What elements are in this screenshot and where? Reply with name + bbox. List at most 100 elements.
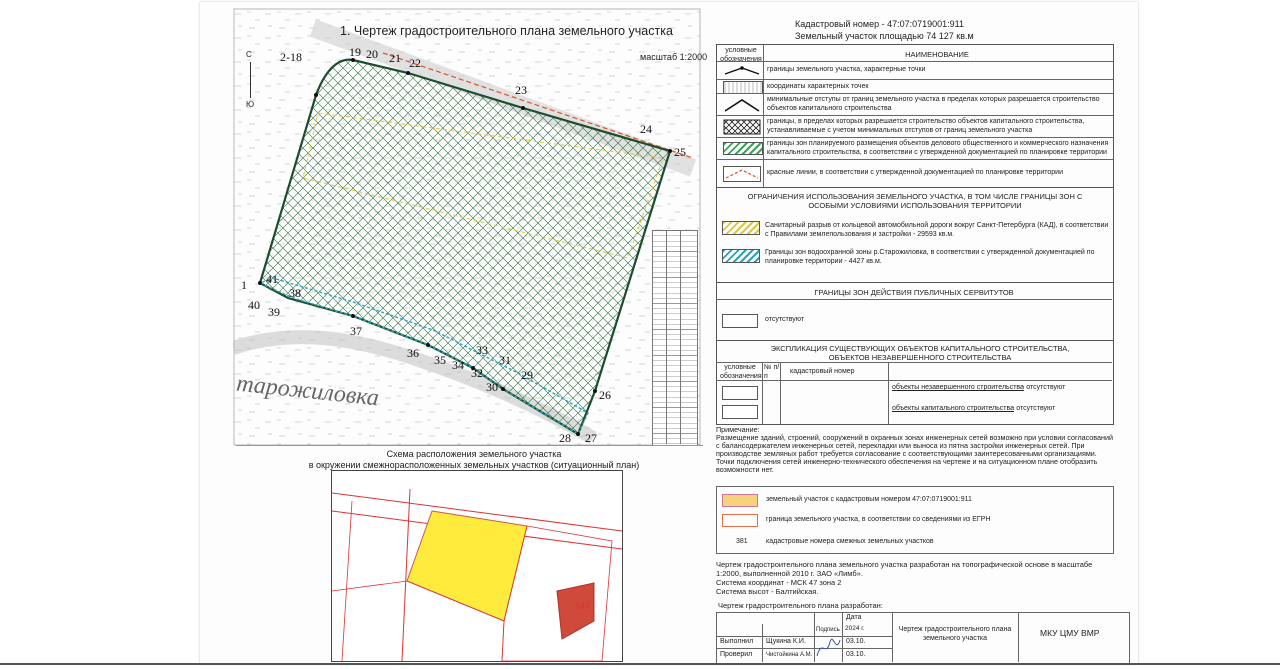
legend-row: минимальные отступы от границ земельного…: [717, 93, 1113, 116]
servitude-icon: [722, 314, 758, 328]
point-label: 25: [674, 145, 686, 159]
legend-row: координаты характерных точек: [717, 79, 1113, 94]
coord-table-divider: [666, 230, 667, 444]
legend-row: границы зон планируемого размещения объе…: [717, 137, 1113, 160]
legend-item-text: границы зон планируемого размещения объе…: [767, 140, 1109, 156]
boundary-line-icon: [724, 66, 760, 75]
point-label: 35: [434, 353, 446, 367]
divider: [716, 636, 892, 637]
stamp-year: 2024 г.: [845, 625, 865, 632]
footer-coord-system: Система координат - МСК 47 зона 2: [716, 578, 842, 587]
building-344: [556, 582, 595, 640]
point-label: 28: [559, 431, 571, 445]
unfinished-objects-label: объекты незавершенного строительства: [892, 384, 1024, 391]
situation-map: [331, 470, 623, 662]
divider: [716, 362, 1112, 363]
point-label: 26: [599, 388, 611, 402]
footer-text: Чертеж градостроительного плана земельно…: [716, 560, 1093, 578]
unfinished-object-icon: [722, 386, 758, 400]
stamp-name-executor: Щукина К.И.: [766, 638, 806, 645]
parcel-area: Земельный участок площадью 74 127 кв.м: [795, 31, 974, 41]
situation-title: Схема расположения земельного участка в …: [294, 449, 654, 471]
notes-block: Примечание: Размещение зданий, строений,…: [716, 426, 1116, 474]
explication-title: ЭКСПЛИКАЦИЯ СУЩЕСТВУЮЩИХ ОБЪЕКТОВ КАПИТА…: [770, 344, 1070, 362]
point-label: 33: [476, 343, 488, 357]
footer-block: Чертеж градостроительного плана земельно…: [716, 560, 1116, 596]
notes-text: Размещение зданий, строений, сооружений …: [716, 433, 1114, 474]
legend-table: условные обозначения НАИМЕНОВАНИЕ границ…: [716, 44, 1114, 188]
point-label: 37: [350, 324, 362, 338]
point-label: 34: [452, 358, 464, 372]
coordinates-table: [652, 230, 698, 446]
stamp-date-label: Дата: [846, 614, 862, 621]
point-label: 22: [409, 56, 421, 70]
cadastral-number: Кадастровый номер - 47:07:0719001:911: [795, 19, 964, 29]
stamp-organization: МКУ ЦМУ ВМР: [1040, 628, 1100, 638]
point-label: 1: [241, 278, 247, 292]
planned-zone-icon: [723, 142, 763, 155]
divider: [716, 648, 892, 649]
situation-title-line1: Схема расположения земельного участка: [386, 449, 562, 459]
divider: [762, 362, 763, 424]
compass-arrow: [250, 62, 251, 98]
servitudes-title: ГРАНИЦЫ ЗОН ДЕЙСТВИЯ ПУБЛИЧНЫХ СЕРВИТУТО…: [814, 288, 1014, 297]
point-label: 36: [407, 346, 419, 360]
legend-item-text: красные линии, в соответствии с утвержде…: [767, 169, 1063, 176]
divider: [888, 362, 889, 424]
buildable-zone-icon: [723, 119, 761, 135]
legend-col-name: НАИМЕНОВАНИЕ: [905, 50, 969, 59]
point-label: 41: [266, 272, 278, 286]
bottom-edge-line: [0, 663, 1280, 665]
stamp-role-executor: Выполнил: [720, 638, 754, 645]
legend-item-text: границы, в пределах которых разрешается …: [767, 118, 1085, 134]
divider: [780, 362, 781, 424]
point-label: 23: [515, 83, 527, 97]
restriction-item: Санитарный разрыв от кольцевой автомобил…: [765, 222, 1109, 238]
point-label: 19: [349, 45, 361, 59]
point-label: 38: [289, 286, 301, 300]
stamp-date-executor: 03.10.: [846, 638, 866, 645]
setback-icon: [724, 99, 760, 112]
legend-row: красные линии, в соответствии с утвержде…: [717, 159, 1113, 188]
servitudes-value: отсутствуют: [765, 316, 805, 323]
sanitary-zone-icon: [722, 221, 760, 235]
legend-row: границы, в пределах которых разрешается …: [717, 115, 1113, 138]
footer-height-system: Система высот - Балтийская.: [716, 587, 819, 596]
signature: [816, 638, 841, 657]
stamp-name-checker: Чистойкина А.М.: [766, 652, 813, 658]
point-label: 24: [640, 122, 652, 136]
legend-item-text: границы земельного участка, характерные …: [767, 66, 926, 73]
point-label: 30: [486, 380, 498, 394]
explication-col-number: № п/п: [764, 364, 780, 380]
legend-subject-parcel: земельный участок с кадастровым номером …: [766, 496, 972, 503]
point-label: 21: [389, 51, 401, 65]
divider: [236, 445, 703, 446]
stamp-role-checker: Проверил: [720, 651, 753, 658]
developed-by-label: Чертеж градостроительного плана разработ…: [718, 601, 883, 610]
legend-number-sample: 381: [736, 538, 748, 545]
restrictions-title: ОГРАНИЧЕНИЯ ИСПОЛЬЗОВАНИЯ ЗЕМЕЛЬНОГО УЧА…: [747, 192, 1083, 210]
point-label: 27: [585, 431, 597, 445]
water-zone-icon: [722, 249, 760, 263]
legend-egrn-boundary: граница земельного участка, в соответств…: [766, 516, 991, 523]
divider: [892, 612, 893, 662]
point-label: 32: [471, 366, 483, 380]
subject-parcel-icon: [722, 494, 758, 507]
plan-title: 1. Чертеж градостроительного плана земел…: [340, 24, 673, 38]
capital-objects-label: объекты капитального строительства: [892, 405, 1014, 412]
compass-south: Ю: [246, 100, 255, 109]
capital-objects-value: - отсутствуют: [1012, 405, 1056, 412]
point-label: 31: [499, 353, 511, 367]
legend-item-text: минимальные отступы от границ земельного…: [767, 96, 1100, 112]
subject-parcel: [406, 510, 528, 622]
coord-table-divider: [680, 230, 681, 444]
legend-row: границы земельного участка, характерные …: [717, 61, 1113, 80]
point-label: 2-18: [280, 50, 302, 64]
divider: [1018, 612, 1019, 662]
scale-label: масштаб 1:2000: [640, 52, 708, 62]
point-label: 39: [268, 305, 280, 319]
red-line-icon: [723, 166, 761, 182]
cadastral-header: Кадастровый номер - 47:07:0719001:911 Зе…: [795, 18, 974, 42]
divider: [716, 299, 1112, 300]
stamp-date-checker: 03.10.: [846, 651, 866, 658]
